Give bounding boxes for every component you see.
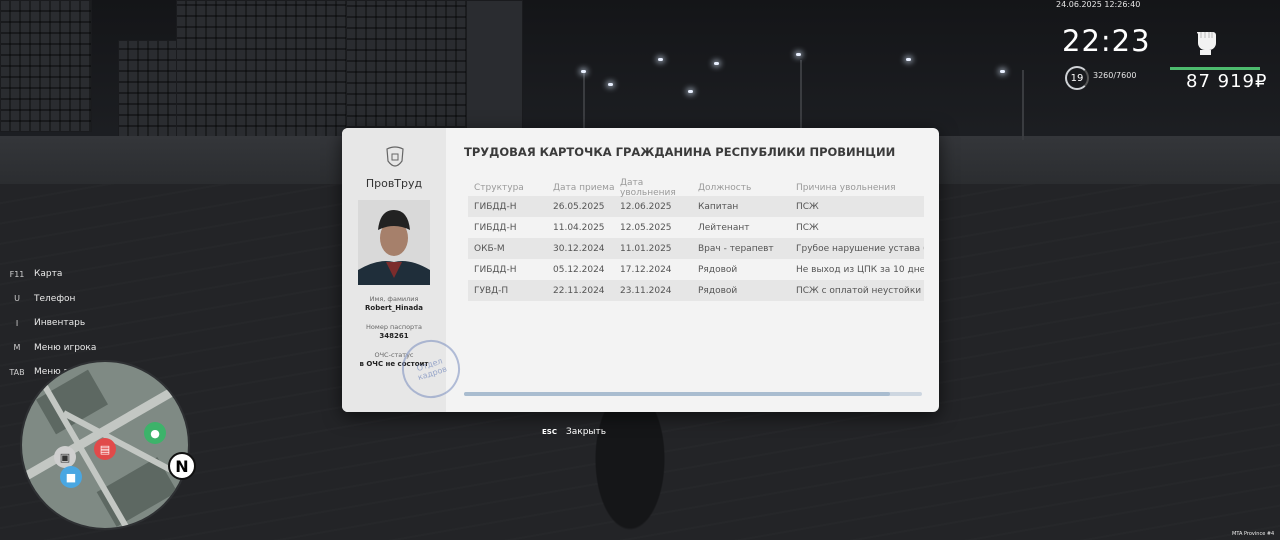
organization-name: ПровТруд — [365, 177, 423, 190]
menu-key: TAB — [9, 367, 25, 377]
building — [466, 0, 523, 132]
table-cell: ПСЖ — [796, 201, 819, 212]
menu-item-map[interactable]: F11 Карта — [0, 262, 160, 287]
table-cell: 11.04.2025 — [553, 222, 605, 233]
column-header: Структура — [474, 183, 524, 193]
hud-datetime: 24.06.2025 12:26:40 — [1056, 0, 1141, 9]
table-header: Структура Дата приема Дата увольнения До… — [468, 178, 924, 198]
level-ring: 19 — [1065, 66, 1089, 90]
money-balance: 87 919₽ — [1186, 71, 1268, 92]
column-header: Причина увольнения — [796, 183, 896, 193]
table-row: ГИБДД-Н 26.05.2025 12.06.2025 Капитан ПС… — [468, 196, 924, 217]
table-row: ОКБ-М 30.12.2024 11.01.2025 Врач - терап… — [468, 238, 924, 259]
bank-icon: ● — [144, 422, 166, 444]
portrait-image — [358, 200, 430, 285]
table-cell: ОКБ-М — [474, 243, 505, 254]
employment-card: ПровТруд Имя, фамилия Robert_Hinada Номе… — [342, 128, 939, 412]
table-cell: ПСЖ с оплатой неустойки — [796, 285, 922, 296]
close-key: ESC — [542, 428, 557, 436]
table-cell: ПСЖ — [796, 222, 819, 233]
table-cell: 11.01.2025 — [620, 243, 672, 254]
menu-item-inventory[interactable]: I Инвентарь — [0, 311, 160, 336]
table-cell: Врач - терапевт — [698, 243, 774, 254]
shop-icon: ▤ — [94, 438, 116, 460]
table-cell: 22.11.2024 — [553, 285, 605, 296]
menu-key: F11 — [9, 269, 25, 279]
table-row: ГИБДД-Н 11.04.2025 12.05.2025 Лейтенант … — [468, 217, 924, 238]
health-bar — [1170, 67, 1260, 70]
experience-counter: 3260/7600 — [1093, 71, 1137, 80]
table-cell: 12.05.2025 — [620, 222, 672, 233]
street-lamp — [714, 62, 719, 65]
column-header: Должность — [698, 183, 752, 193]
table-row: ГИБДД-Н 05.12.2024 17.12.2024 Рядовой Не… — [468, 259, 924, 280]
building — [346, 0, 468, 127]
table-cell: 12.06.2025 — [620, 201, 672, 212]
table-cell: Грубое нарушение устава (3. — [796, 243, 924, 254]
menu-key: I — [15, 318, 19, 328]
table-cell: Рядовой — [698, 285, 738, 296]
menu-item-player-menu[interactable]: M Меню игрока — [0, 336, 160, 361]
street-pole — [1022, 70, 1024, 140]
horizontal-scrollbar[interactable] — [464, 392, 922, 396]
close-label: Закрыть — [565, 427, 607, 437]
close-button[interactable]: ESC Закрыть — [542, 427, 606, 437]
menu-key: U — [14, 294, 20, 304]
north-indicator: N — [168, 452, 196, 480]
column-header: Дата увольнения — [620, 178, 676, 198]
coat-of-arms-icon — [386, 146, 404, 167]
table-cell: 17.12.2024 — [620, 264, 672, 275]
table-cell: Рядовой — [698, 264, 738, 275]
street-lamp — [796, 53, 801, 56]
name-label: Имя, фамилия — [369, 295, 419, 303]
bus-stop-icon: ▣ — [54, 446, 76, 468]
street-lamp — [688, 90, 693, 93]
minimap[interactable]: ▣ ▤ ● ■ — [20, 360, 190, 530]
citizen-photo — [358, 200, 430, 285]
passport-label: Номер паспорта — [366, 323, 422, 331]
table-cell: ГИБДД-Н — [474, 264, 517, 275]
building — [176, 0, 348, 137]
table-row: ГУВД-П 22.11.2024 23.11.2024 Рядовой ПСЖ… — [468, 280, 924, 301]
level-value: 19 — [1070, 72, 1084, 84]
table-cell: Капитан — [698, 201, 739, 212]
table-cell: ГИБДД-Н — [474, 201, 517, 212]
menu-label: Инвентарь — [34, 318, 86, 329]
fist-icon — [1196, 32, 1216, 55]
building — [118, 40, 180, 137]
table-cell: 30.12.2024 — [553, 243, 605, 254]
citizen-name: Robert_Hinada — [365, 304, 423, 312]
table-cell: 26.05.2025 — [553, 201, 605, 212]
street-lamp — [658, 58, 663, 61]
player-character — [590, 405, 670, 540]
server-watermark: MTA Province #4 — [1232, 531, 1275, 537]
table-cell: ГУВД-П — [474, 285, 509, 296]
menu-key: M — [13, 343, 21, 353]
scrollbar-thumb[interactable] — [464, 392, 890, 396]
table-cell: Лейтенант — [698, 222, 750, 233]
table-cell: ГИБДД-Н — [474, 222, 517, 233]
menu-label: Карта — [34, 269, 63, 280]
street-lamp — [1000, 70, 1005, 73]
hud-clock: 22:23 — [1062, 24, 1151, 58]
table-cell: 05.12.2024 — [553, 264, 605, 275]
table-cell: 23.11.2024 — [620, 285, 672, 296]
menu-label: Меню игрока — [34, 342, 97, 353]
table-cell: Не выход из ЦПК за 10 дней — [796, 264, 924, 275]
employment-table: Структура Дата приема Дата увольнения До… — [468, 178, 924, 301]
street-lamp — [608, 83, 613, 86]
menu-item-phone[interactable]: U Телефон — [0, 287, 160, 312]
column-header: Дата приема — [553, 183, 615, 193]
bus-icon: ■ — [60, 466, 82, 488]
street-lamp — [906, 58, 911, 61]
menu-label: Телефон — [34, 293, 76, 304]
card-title: ТРУДОВАЯ КАРТОЧКА ГРАЖДАНИНА РЕСПУБЛИКИ … — [464, 145, 896, 159]
street-lamp — [581, 70, 586, 73]
building — [0, 0, 92, 132]
